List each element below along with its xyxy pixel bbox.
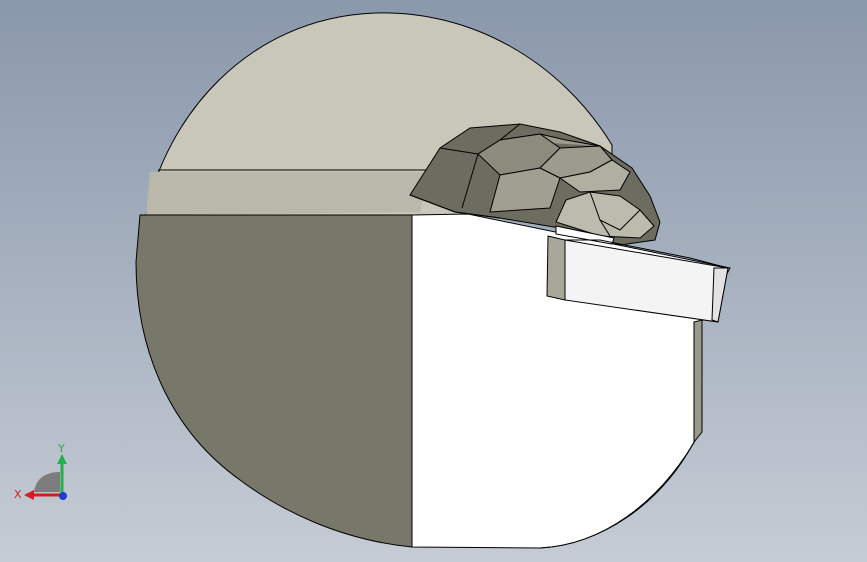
z-axis-icon [59,492,67,500]
triad-base-icon [34,472,60,492]
graphics-viewport[interactable]: Y X [0,0,867,562]
model-band-shade [146,172,430,215]
cad-model[interactable] [0,0,867,562]
model-right-side [693,319,703,444]
axis-triad: Y X [12,440,76,510]
model-left-face[interactable] [135,214,413,548]
x-axis-label: X [14,488,22,501]
y-axis-label: Y [57,442,65,455]
